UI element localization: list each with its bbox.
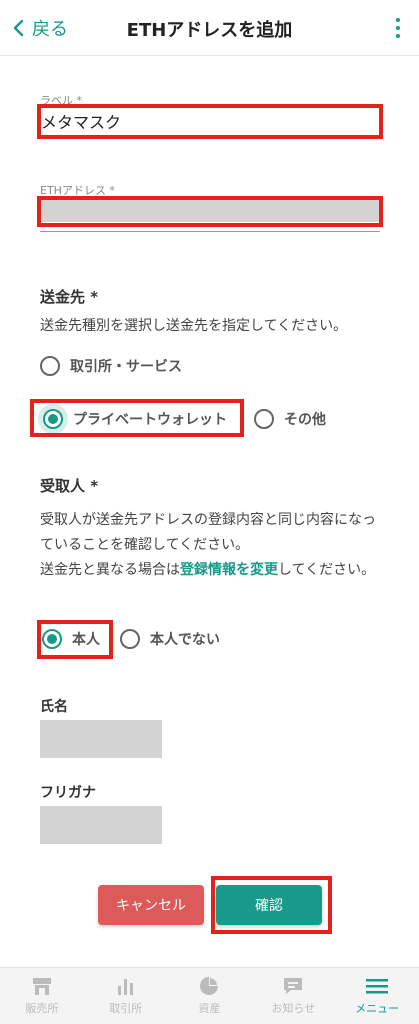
furigana-value-redacted — [40, 806, 162, 844]
radio-label: 取引所・サービス — [70, 359, 182, 375]
more-options-icon[interactable] — [395, 18, 401, 40]
radio-circle — [120, 629, 140, 649]
nav-label: お知らせ — [271, 1002, 316, 1015]
confirm-highlight — [211, 876, 332, 934]
nav-item-sales[interactable]: 販売所 — [0, 968, 84, 1024]
radio-circle — [40, 356, 60, 376]
recipient-title: 受取人 * — [40, 477, 99, 495]
name-label: 氏名 — [40, 699, 68, 715]
page-title: ETHアドレスを追加 — [126, 20, 293, 41]
address-field-underline — [40, 231, 380, 232]
name-value-redacted — [40, 720, 162, 758]
cancel-button[interactable]: キャンセル — [98, 885, 204, 925]
recipient-description: 受取人が送金先アドレスの登録内容と同じ内容になっていることを確認してください。 … — [40, 508, 380, 583]
recipient-description-text: 受取人が送金先アドレスの登録内容と同じ内容になっていることを確認してください。 — [40, 512, 376, 553]
label-field-highlight — [37, 104, 383, 139]
radio-circle — [254, 409, 274, 429]
radio-not-self[interactable]: 本人でない — [120, 629, 220, 649]
radio-other[interactable]: その他 — [254, 409, 326, 429]
nav-label: 販売所 — [25, 1002, 59, 1015]
nav-label: メニュー — [355, 1002, 400, 1015]
radio-exchange-service[interactable]: 取引所・サービス — [40, 356, 182, 376]
bar-chart-icon — [117, 979, 133, 995]
self-highlight — [37, 620, 113, 659]
store-icon — [32, 978, 51, 995]
radio-label: 本人でない — [150, 632, 220, 648]
nav-label: 資産 — [198, 1002, 221, 1015]
pie-chart-icon — [200, 977, 219, 995]
nav-item-notices[interactable]: お知らせ — [251, 968, 335, 1024]
nav-label: 取引所 — [109, 1002, 143, 1015]
nav-item-menu[interactable]: メニュー — [335, 968, 419, 1024]
bottom-nav: 販売所 取引所 資産 お知らせ メニュー — [0, 967, 419, 1024]
recipient-description-post: してください。 — [278, 562, 376, 578]
destination-description: 送金先種別を選択し送金先を指定してください。 — [40, 318, 348, 334]
private-wallet-highlight — [30, 399, 244, 437]
radio-label: その他 — [284, 412, 326, 428]
nav-item-exchange[interactable]: 取引所 — [84, 968, 168, 1024]
address-field-highlight — [37, 196, 383, 227]
nav-item-assets[interactable]: 資産 — [168, 968, 252, 1024]
recipient-description-pre: 送金先と異なる場合は — [40, 562, 180, 578]
app-header: 戻る ETHアドレスを追加 — [0, 0, 419, 56]
furigana-label: フリガナ — [40, 785, 96, 801]
destination-title: 送金先 * — [40, 288, 99, 306]
change-registration-link[interactable]: 登録情報を変更 — [180, 562, 278, 578]
hamburger-menu-icon — [366, 979, 389, 994]
message-icon — [284, 978, 303, 994]
